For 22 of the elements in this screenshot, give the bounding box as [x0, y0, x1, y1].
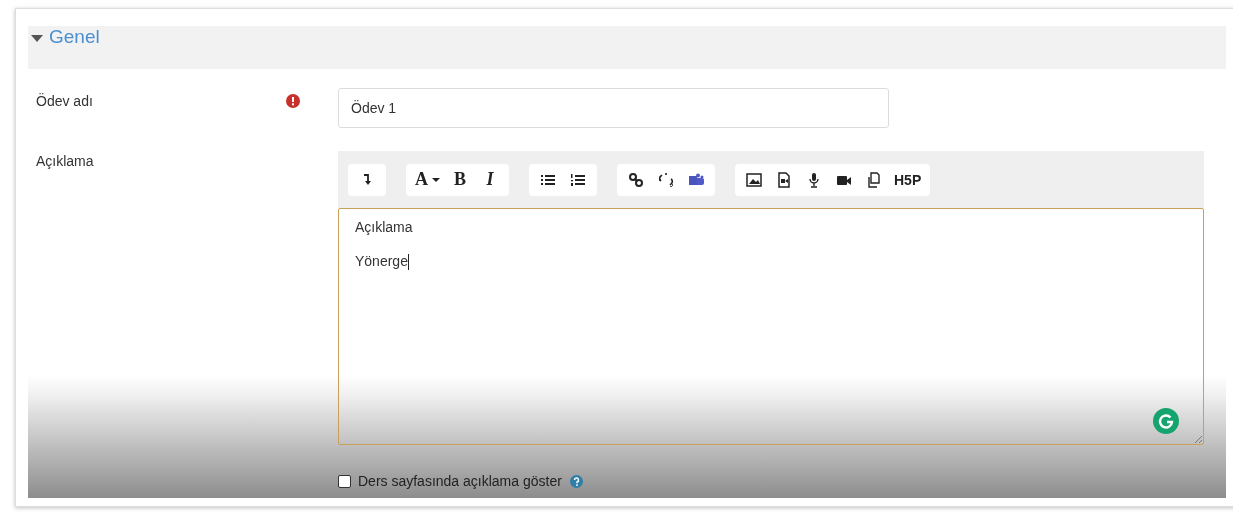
field-label: Açıklama: [36, 153, 95, 169]
editor-paragraph: Yönerge: [355, 252, 409, 271]
description-editor-field[interactable]: Açıklama Yönerge: [338, 208, 1204, 445]
link-icon[interactable]: [628, 171, 644, 188]
help-icon[interactable]: [569, 474, 583, 488]
checkbox[interactable]: [338, 474, 351, 488]
bold-button[interactable]: B: [446, 163, 474, 196]
editor-paragraph: Açıklama: [355, 218, 413, 236]
checkbox-label: Ders sayfasında açıklama göster: [358, 473, 562, 489]
image-icon[interactable]: [746, 171, 762, 188]
numbered-list-icon[interactable]: [570, 171, 586, 188]
teams-icon[interactable]: [688, 171, 704, 188]
copy-icon[interactable]: [866, 171, 882, 188]
italic-button[interactable]: I: [476, 163, 504, 196]
field-label: Ödev adı: [36, 93, 94, 109]
grammarly-icon[interactable]: [1153, 408, 1179, 434]
h5p-button[interactable]: H5P: [890, 163, 926, 196]
resize-handle-icon[interactable]: [1194, 435, 1202, 443]
font-button[interactable]: A: [411, 163, 444, 196]
microphone-icon[interactable]: [808, 171, 820, 188]
name-input-field[interactable]: Ödev 1: [338, 88, 889, 128]
document-icon[interactable]: [777, 171, 791, 188]
